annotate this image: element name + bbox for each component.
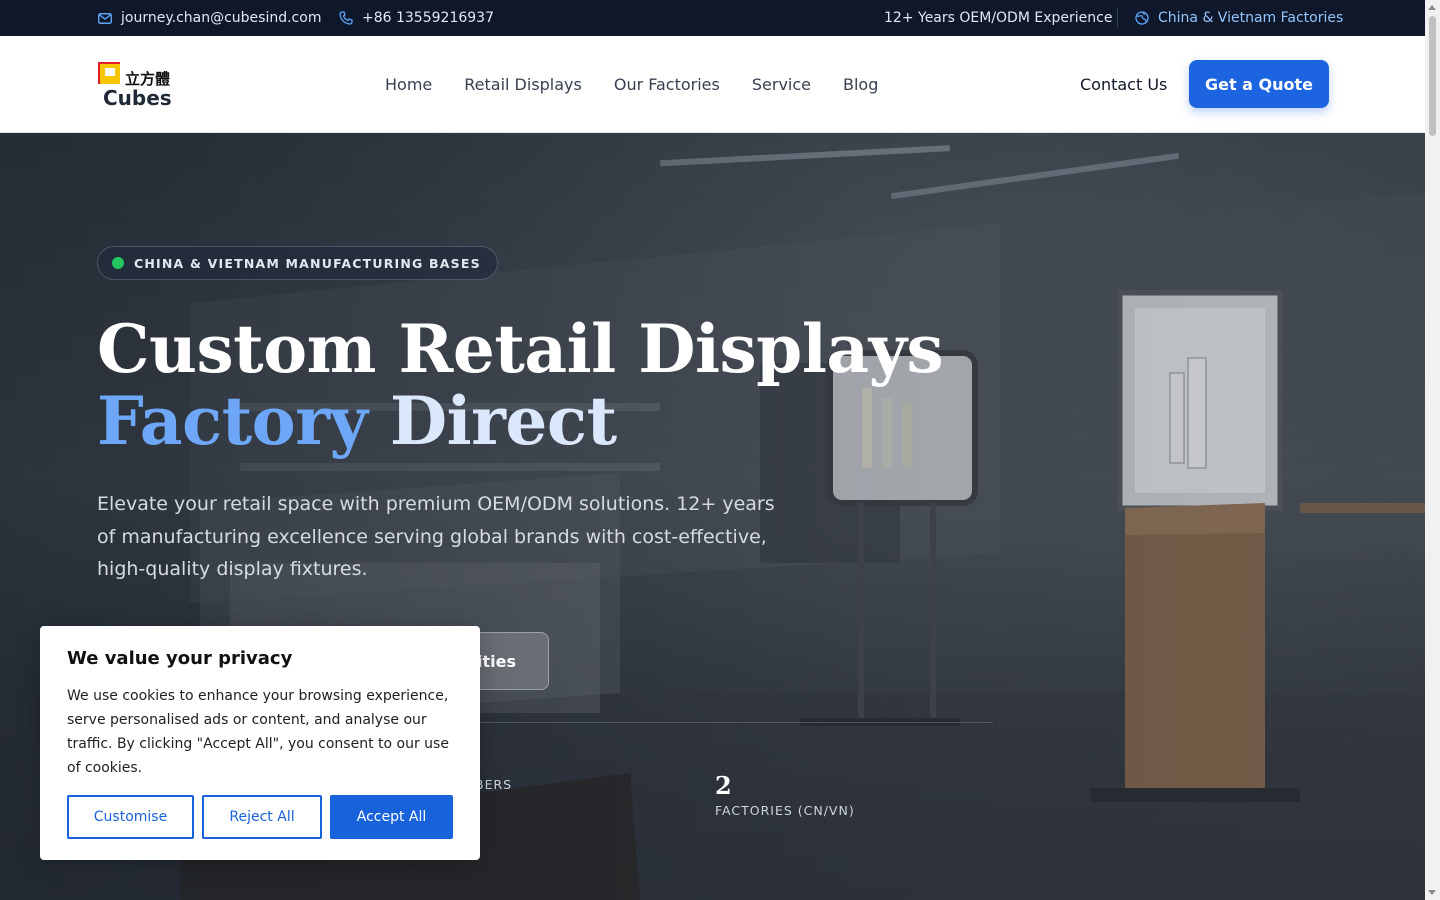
topbar-divider bbox=[1117, 8, 1118, 28]
hero-lead: Elevate your retail space with premium O… bbox=[97, 493, 775, 580]
page-scrollbar[interactable] bbox=[1425, 0, 1440, 900]
hero-badge-text: CHINA & VIETNAM MANUFACTURING BASES bbox=[134, 255, 481, 271]
scroll-up-icon[interactable] bbox=[1428, 5, 1436, 10]
mail-icon bbox=[97, 10, 113, 26]
logo-wordmark: Cubes bbox=[103, 86, 171, 108]
topbar-email-text: journey.chan@cubesind.com bbox=[121, 10, 322, 26]
topbar-phone-text: +86 13559216937 bbox=[362, 10, 494, 26]
main-nav: Home Retail Displays Our Factories Servi… bbox=[385, 36, 878, 132]
phone-icon bbox=[338, 10, 354, 26]
hero-headline: Custom Retail Displays Factory Direct bbox=[97, 313, 997, 457]
topbar-factories-text: China & Vietnam Factories bbox=[1158, 10, 1344, 26]
brand-logo[interactable]: 立方體 Cubes bbox=[97, 60, 172, 110]
nav-retail-displays[interactable]: Retail Displays bbox=[464, 75, 582, 94]
cookie-reject-button[interactable]: Reject All bbox=[202, 795, 322, 839]
nav-service[interactable]: Service bbox=[752, 75, 811, 94]
get-a-quote-button[interactable]: Get a Quote bbox=[1189, 60, 1329, 108]
stat-members-label: BERS bbox=[475, 777, 513, 792]
globe-icon bbox=[1134, 10, 1150, 26]
hero-title-direct: Direct bbox=[389, 382, 617, 460]
nav-blog[interactable]: Blog bbox=[843, 75, 878, 94]
hero-badge: CHINA & VIETNAM MANUFACTURING BASES bbox=[97, 246, 498, 280]
site-header: 立方體 Cubes Home Retail Displays Our Facto… bbox=[0, 36, 1425, 133]
hero-title-factory: Factory bbox=[97, 382, 368, 460]
stat-factories-label: FACTORIES (CN/VN) bbox=[715, 803, 855, 818]
nav-our-factories[interactable]: Our Factories bbox=[614, 75, 720, 94]
topbar-phone[interactable]: +86 13559216937 bbox=[338, 0, 494, 36]
stat-members: BERS bbox=[475, 773, 512, 792]
cookie-customise-button[interactable]: Customise bbox=[67, 795, 194, 839]
scrollbar-thumb[interactable] bbox=[1429, 16, 1436, 136]
topbar-experience: 12+ Years OEM/ODM Experience bbox=[884, 0, 1112, 36]
cookie-body: We use cookies to enhance your browsing … bbox=[67, 688, 449, 776]
top-utility-bar: journey.chan@cubesind.com +86 1355921693… bbox=[0, 0, 1425, 36]
status-dot-icon bbox=[112, 257, 124, 269]
cookie-actions: Customise Reject All Accept All bbox=[67, 795, 453, 839]
topbar-email[interactable]: journey.chan@cubesind.com bbox=[97, 0, 321, 36]
cookie-accept-button[interactable]: Accept All bbox=[330, 795, 453, 839]
cookie-title: We value your privacy bbox=[67, 648, 293, 669]
stat-factories-number: 2 bbox=[715, 771, 732, 800]
nav-home[interactable]: Home bbox=[385, 75, 432, 94]
topbar-factories[interactable]: China & Vietnam Factories bbox=[1134, 0, 1343, 36]
cookie-consent-banner: We value your privacy We use cookies to … bbox=[40, 626, 480, 860]
stat-factories: 2 FACTORIES (CN/VN) bbox=[715, 771, 855, 819]
contact-us-link[interactable]: Contact Us bbox=[1080, 36, 1167, 132]
hero-title-line1: Custom Retail Displays bbox=[97, 310, 944, 388]
topbar-experience-text: 12+ Years OEM/ODM Experience bbox=[884, 10, 1113, 26]
scroll-down-icon[interactable] bbox=[1428, 890, 1436, 895]
